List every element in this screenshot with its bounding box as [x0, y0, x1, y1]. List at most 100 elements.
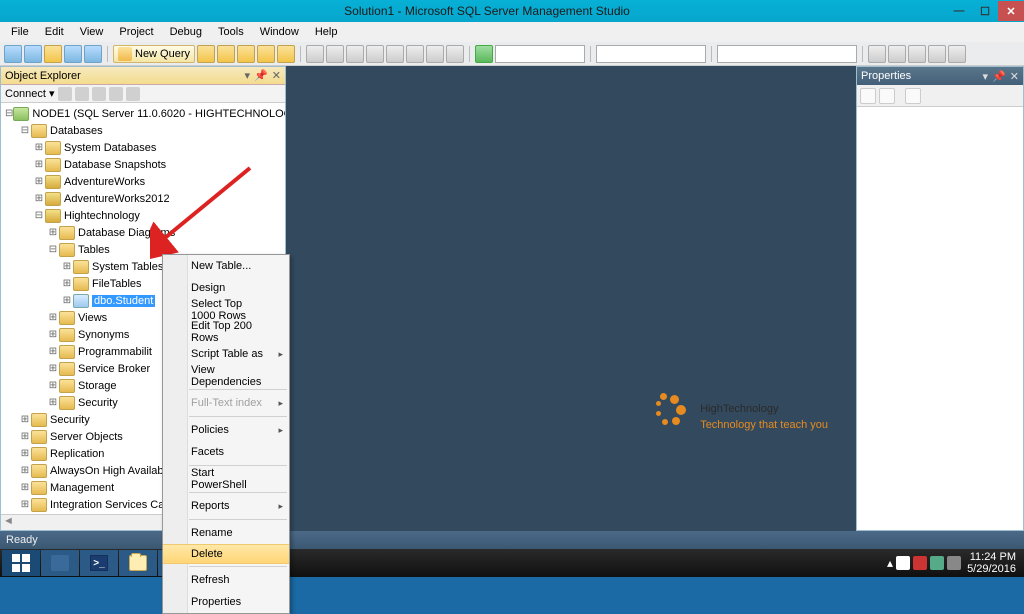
menu-edit[interactable]: Edit [38, 24, 71, 40]
expand-icon[interactable]: ⊞ [61, 278, 73, 289]
cut-icon[interactable] [306, 45, 324, 63]
ctx-delete[interactable]: Delete [163, 544, 289, 564]
expand-icon[interactable]: ⊞ [47, 380, 59, 391]
tree-item[interactable]: Views [78, 312, 107, 324]
tree-root[interactable]: NODE1 (SQL Server 11.0.6020 - HIGHTECHNO… [32, 108, 285, 120]
menu-debug[interactable]: Debug [163, 24, 209, 40]
tree-item[interactable]: Management [50, 482, 114, 494]
tree-item[interactable]: Tables [78, 244, 110, 256]
expand-icon[interactable]: ⊞ [33, 142, 45, 153]
tree-item-selected[interactable]: dbo.Student [92, 295, 155, 307]
tree-item[interactable]: AdventureWorks [64, 176, 145, 188]
expand-icon[interactable]: ⊞ [47, 227, 59, 238]
expand-icon[interactable]: ⊞ [19, 482, 31, 493]
expand-icon[interactable]: ⊞ [47, 397, 59, 408]
property-pages-icon[interactable] [905, 88, 921, 104]
ctx-reports[interactable]: Reports [163, 495, 289, 517]
toolbar-icon[interactable] [58, 87, 72, 101]
ctx-edit-top[interactable]: Edit Top 200 Rows [163, 321, 289, 343]
expand-icon[interactable]: ⊞ [47, 346, 59, 357]
ctx-script-table[interactable]: Script Table as [163, 343, 289, 365]
close-button[interactable]: ✕ [998, 1, 1024, 21]
expand-icon[interactable]: ⊞ [33, 159, 45, 170]
sort-icon[interactable] [879, 88, 895, 104]
menu-window[interactable]: Window [253, 24, 306, 40]
tree-item[interactable]: Integration Services Cat [50, 499, 167, 511]
taskbar-clock[interactable]: 11:24 PM 5/29/2016 [967, 551, 1016, 575]
taskbar-server-manager[interactable] [41, 550, 79, 576]
collapse-icon[interactable]: ⊟ [33, 210, 45, 221]
combo-2[interactable] [596, 45, 706, 63]
ctx-select-top[interactable]: Select Top 1000 Rows [163, 299, 289, 321]
close-panel-icon[interactable]: ✕ [272, 69, 281, 82]
maximize-button[interactable]: ☐ [972, 1, 998, 21]
save-icon[interactable] [64, 45, 82, 63]
menu-project[interactable]: Project [112, 24, 160, 40]
flag-icon[interactable] [896, 556, 910, 570]
tool-icon[interactable] [257, 45, 275, 63]
database-combo[interactable] [495, 45, 585, 63]
new-query-button[interactable]: New Query [113, 45, 195, 63]
expand-icon[interactable]: ⊞ [47, 363, 59, 374]
tool-icon[interactable] [426, 45, 444, 63]
find-icon[interactable] [406, 45, 424, 63]
menu-help[interactable]: Help [308, 24, 345, 40]
tool-icon[interactable] [868, 45, 886, 63]
ctx-refresh[interactable]: Refresh [163, 569, 289, 591]
categorize-icon[interactable] [860, 88, 876, 104]
tool-icon[interactable] [446, 45, 464, 63]
tree-item[interactable]: AlwaysOn High Availabil [50, 465, 168, 477]
close-panel-icon[interactable]: ✕ [1010, 70, 1019, 83]
tree-item[interactable]: Service Broker [78, 363, 150, 375]
expand-icon[interactable]: ⊞ [47, 312, 59, 323]
collapse-icon[interactable]: ⊟ [5, 108, 13, 119]
ctx-view-deps[interactable]: View Dependencies [163, 365, 289, 387]
expand-icon[interactable]: ⊞ [47, 329, 59, 340]
tree-item[interactable]: Hightechnology [64, 210, 140, 222]
collapse-icon[interactable]: ⊟ [19, 125, 31, 136]
menu-file[interactable]: File [4, 24, 36, 40]
tool-icon[interactable] [888, 45, 906, 63]
expand-icon[interactable]: ⊞ [33, 176, 45, 187]
expand-icon[interactable]: ⊞ [19, 431, 31, 442]
tool-icon[interactable] [908, 45, 926, 63]
pin-icon[interactable]: 📌 [992, 70, 1006, 83]
add-icon[interactable] [24, 45, 42, 63]
expand-icon[interactable]: ⊞ [19, 499, 31, 510]
expand-icon[interactable]: ⊞ [19, 414, 31, 425]
taskbar-explorer[interactable] [119, 550, 157, 576]
tool-icon[interactable] [197, 45, 215, 63]
tool-icon[interactable] [237, 45, 255, 63]
tree-item[interactable]: Server Objects [50, 431, 123, 443]
tree-databases[interactable]: Databases [50, 125, 103, 137]
combo-3[interactable] [717, 45, 857, 63]
save-all-icon[interactable] [84, 45, 102, 63]
tray-up-icon[interactable]: ▴ [887, 556, 893, 570]
collapse-icon[interactable]: ⊟ [47, 244, 59, 255]
expand-icon[interactable]: ⊞ [33, 193, 45, 204]
dropdown-icon[interactable]: ▾ [245, 69, 251, 82]
network-icon[interactable] [930, 556, 944, 570]
ctx-design[interactable]: Design [163, 277, 289, 299]
toolbar-icon[interactable] [92, 87, 106, 101]
tree-item[interactable]: System Databases [64, 142, 156, 154]
pin-icon[interactable]: 📌 [254, 69, 268, 82]
ctx-rename[interactable]: Rename [163, 522, 289, 544]
expand-icon[interactable]: ⊞ [19, 465, 31, 476]
tree-item[interactable]: Storage [78, 380, 117, 392]
tree-item[interactable]: System Tables [92, 261, 163, 273]
tool-icon[interactable] [277, 45, 295, 63]
undo-icon[interactable] [366, 45, 384, 63]
minimize-button[interactable]: — [946, 1, 972, 21]
system-tray[interactable]: ▴ [887, 556, 961, 570]
ctx-properties[interactable]: Properties [163, 591, 289, 613]
tool-icon[interactable] [217, 45, 235, 63]
expand-icon[interactable]: ⊞ [19, 448, 31, 459]
tree-item[interactable]: Synonyms [78, 329, 129, 341]
tree-item[interactable]: FileTables [92, 278, 142, 290]
tool-icon[interactable] [948, 45, 966, 63]
shield-icon[interactable] [913, 556, 927, 570]
paste-icon[interactable] [346, 45, 364, 63]
start-button[interactable] [2, 550, 40, 576]
tree-item[interactable]: Programmabilit [78, 346, 152, 358]
